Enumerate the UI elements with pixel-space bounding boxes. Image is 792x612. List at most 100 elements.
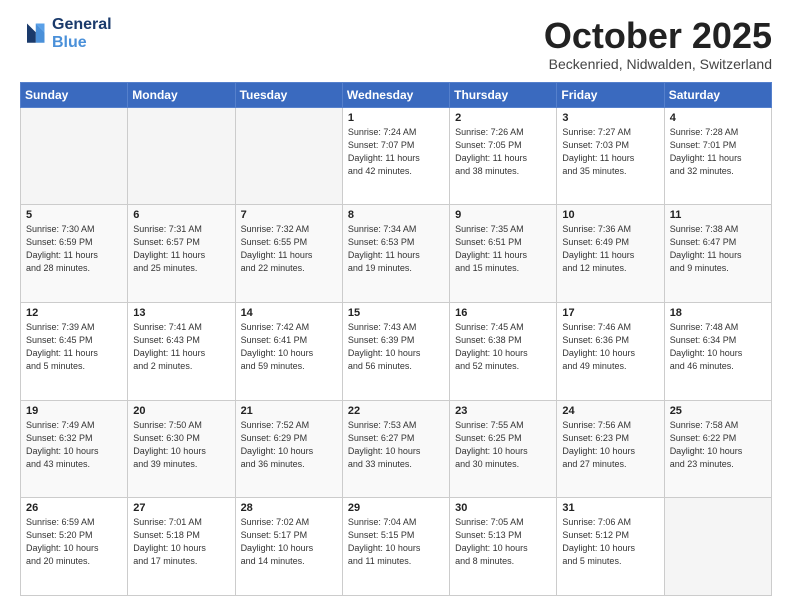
- calendar-cell: [664, 498, 771, 596]
- day-info: Sunrise: 7:02 AM Sunset: 5:17 PM Dayligh…: [241, 516, 337, 568]
- logo: General Blue: [20, 16, 112, 51]
- day-number: 9: [455, 209, 551, 221]
- day-of-week-row: SundayMondayTuesdayWednesdayThursdayFrid…: [21, 82, 772, 107]
- day-info: Sunrise: 7:30 AM Sunset: 6:59 PM Dayligh…: [26, 223, 122, 275]
- calendar-cell: 27Sunrise: 7:01 AM Sunset: 5:18 PM Dayli…: [128, 498, 235, 596]
- day-number: 24: [562, 405, 658, 417]
- dow-header: Tuesday: [235, 82, 342, 107]
- day-number: 6: [133, 209, 229, 221]
- day-number: 2: [455, 112, 551, 124]
- dow-header: Thursday: [450, 82, 557, 107]
- day-number: 8: [348, 209, 444, 221]
- calendar-cell: 16 Sunrise: 7:45 AM Sunset: 6:38 PM Dayli…: [450, 302, 557, 400]
- calendar-cell: 28Sunrise: 7:02 AM Sunset: 5:17 PM Dayli…: [235, 498, 342, 596]
- day-info: Sunrise: 7:05 AM Sunset: 5:13 PM Dayligh…: [455, 516, 551, 568]
- day-info: Sunrise: 7:35 AM Sunset: 6:51 PM Dayligh…: [455, 223, 551, 275]
- day-info: Sunrise: 7:53 AM Sunset: 6:27 PM Dayligh…: [348, 419, 444, 471]
- calendar-cell: 23Sunrise: 7:55 AM Sunset: 6:25 PM Dayli…: [450, 400, 557, 498]
- calendar-cell: 5 Sunrise: 7:30 AM Sunset: 6:59 PM Daylig…: [21, 205, 128, 303]
- dow-header: Wednesday: [342, 82, 449, 107]
- day-info: Sunrise: 7:24 AM Sunset: 7:07 PM Dayligh…: [348, 126, 444, 178]
- day-info: Sunrise: 7:49 AM Sunset: 6:32 PM Dayligh…: [26, 419, 122, 471]
- calendar-cell: 30Sunrise: 7:05 AM Sunset: 5:13 PM Dayli…: [450, 498, 557, 596]
- calendar-cell: 8Sunrise: 7:34 AM Sunset: 6:53 PM Daylig…: [342, 205, 449, 303]
- calendar-cell: 17Sunrise: 7:46 AM Sunset: 6:36 PM Dayli…: [557, 302, 664, 400]
- calendar-cell: 25Sunrise: 7:58 AM Sunset: 6:22 PM Dayli…: [664, 400, 771, 498]
- day-number: 12: [26, 307, 122, 319]
- day-info: Sunrise: 7:52 AM Sunset: 6:29 PM Dayligh…: [241, 419, 337, 471]
- logo-icon: [20, 20, 48, 48]
- page: General Blue October 2025 Beckenried, Ni…: [0, 0, 792, 612]
- calendar-cell: 21 Sunrise: 7:52 AM Sunset: 6:29 PM Dayli…: [235, 400, 342, 498]
- day-number: 11: [670, 209, 766, 221]
- calendar-cell: [128, 107, 235, 205]
- day-number: 23: [455, 405, 551, 417]
- day-number: 21: [241, 405, 337, 417]
- calendar-cell: 11 Sunrise: 7:38 AM Sunset: 6:47 PM Dayli…: [664, 205, 771, 303]
- day-number: 1: [348, 112, 444, 124]
- calendar-body: 1 Sunrise: 7:24 AM Sunset: 7:07 PM Daylig…: [21, 107, 772, 595]
- header: General Blue October 2025 Beckenried, Ni…: [20, 16, 772, 72]
- day-number: 10: [562, 209, 658, 221]
- calendar-cell: 24 Sunrise: 7:56 AM Sunset: 6:23 PM Dayli…: [557, 400, 664, 498]
- title-block: October 2025 Beckenried, Nidwalden, Swit…: [544, 16, 772, 72]
- day-number: 4: [670, 112, 766, 124]
- day-info: Sunrise: 7:38 AM Sunset: 6:47 PM Dayligh…: [670, 223, 766, 275]
- calendar-cell: [21, 107, 128, 205]
- day-info: Sunrise: 7:32 AM Sunset: 6:55 PM Dayligh…: [241, 223, 337, 275]
- calendar-cell: 19 Sunrise: 7:49 AM Sunset: 6:32 PM Dayli…: [21, 400, 128, 498]
- month-title: October 2025: [544, 16, 772, 56]
- day-number: 27: [133, 502, 229, 514]
- day-info: Sunrise: 7:39 AM Sunset: 6:45 PM Dayligh…: [26, 321, 122, 373]
- calendar-cell: 4 Sunrise: 7:28 AM Sunset: 7:01 PM Daylig…: [664, 107, 771, 205]
- day-info: Sunrise: 7:48 AM Sunset: 6:34 PM Dayligh…: [670, 321, 766, 373]
- day-info: Sunrise: 7:36 AM Sunset: 6:49 PM Dayligh…: [562, 223, 658, 275]
- calendar-cell: 22Sunrise: 7:53 AM Sunset: 6:27 PM Dayli…: [342, 400, 449, 498]
- calendar-week: 26 Sunrise: 6:59 AM Sunset: 5:20 PM Dayli…: [21, 498, 772, 596]
- day-info: Sunrise: 7:41 AM Sunset: 6:43 PM Dayligh…: [133, 321, 229, 373]
- day-info: Sunrise: 7:56 AM Sunset: 6:23 PM Dayligh…: [562, 419, 658, 471]
- day-info: Sunrise: 7:42 AM Sunset: 6:41 PM Dayligh…: [241, 321, 337, 373]
- calendar-cell: 10 Sunrise: 7:36 AM Sunset: 6:49 PM Dayli…: [557, 205, 664, 303]
- day-info: Sunrise: 7:58 AM Sunset: 6:22 PM Dayligh…: [670, 419, 766, 471]
- day-info: Sunrise: 7:45 AM Sunset: 6:38 PM Dayligh…: [455, 321, 551, 373]
- calendar-cell: 31Sunrise: 7:06 AM Sunset: 5:12 PM Dayli…: [557, 498, 664, 596]
- calendar-cell: 3Sunrise: 7:27 AM Sunset: 7:03 PM Daylig…: [557, 107, 664, 205]
- dow-header: Saturday: [664, 82, 771, 107]
- calendar-cell: 14 Sunrise: 7:42 AM Sunset: 6:41 PM Dayli…: [235, 302, 342, 400]
- day-info: Sunrise: 7:04 AM Sunset: 5:15 PM Dayligh…: [348, 516, 444, 568]
- day-info: Sunrise: 7:27 AM Sunset: 7:03 PM Dayligh…: [562, 126, 658, 178]
- logo-text: General Blue: [52, 16, 112, 51]
- day-info: Sunrise: 7:50 AM Sunset: 6:30 PM Dayligh…: [133, 419, 229, 471]
- day-number: 7: [241, 209, 337, 221]
- day-number: 5: [26, 209, 122, 221]
- calendar-cell: [235, 107, 342, 205]
- day-info: Sunrise: 7:28 AM Sunset: 7:01 PM Dayligh…: [670, 126, 766, 178]
- day-number: 20: [133, 405, 229, 417]
- day-number: 13: [133, 307, 229, 319]
- day-number: 19: [26, 405, 122, 417]
- calendar-cell: 26 Sunrise: 6:59 AM Sunset: 5:20 PM Dayli…: [21, 498, 128, 596]
- calendar-cell: 15Sunrise: 7:43 AM Sunset: 6:39 PM Dayli…: [342, 302, 449, 400]
- day-number: 16: [455, 307, 551, 319]
- calendar-week: 12 Sunrise: 7:39 AM Sunset: 6:45 PM Dayli…: [21, 302, 772, 400]
- day-number: 18: [670, 307, 766, 319]
- calendar-cell: 18 Sunrise: 7:48 AM Sunset: 6:34 PM Dayli…: [664, 302, 771, 400]
- day-number: 26: [26, 502, 122, 514]
- day-number: 29: [348, 502, 444, 514]
- calendar-cell: 6 Sunrise: 7:31 AM Sunset: 6:57 PM Daylig…: [128, 205, 235, 303]
- day-info: Sunrise: 7:43 AM Sunset: 6:39 PM Dayligh…: [348, 321, 444, 373]
- calendar-cell: 13 Sunrise: 7:41 AM Sunset: 6:43 PM Dayli…: [128, 302, 235, 400]
- calendar-cell: 7 Sunrise: 7:32 AM Sunset: 6:55 PM Daylig…: [235, 205, 342, 303]
- day-info: Sunrise: 6:59 AM Sunset: 5:20 PM Dayligh…: [26, 516, 122, 568]
- calendar-week: 1 Sunrise: 7:24 AM Sunset: 7:07 PM Daylig…: [21, 107, 772, 205]
- calendar: SundayMondayTuesdayWednesdayThursdayFrid…: [20, 82, 772, 596]
- day-info: Sunrise: 7:31 AM Sunset: 6:57 PM Dayligh…: [133, 223, 229, 275]
- day-info: Sunrise: 7:46 AM Sunset: 6:36 PM Dayligh…: [562, 321, 658, 373]
- dow-header: Sunday: [21, 82, 128, 107]
- location: Beckenried, Nidwalden, Switzerland: [544, 56, 772, 72]
- calendar-cell: 29 Sunrise: 7:04 AM Sunset: 5:15 PM Dayli…: [342, 498, 449, 596]
- calendar-cell: 9 Sunrise: 7:35 AM Sunset: 6:51 PM Daylig…: [450, 205, 557, 303]
- calendar-cell: 12 Sunrise: 7:39 AM Sunset: 6:45 PM Dayli…: [21, 302, 128, 400]
- day-number: 14: [241, 307, 337, 319]
